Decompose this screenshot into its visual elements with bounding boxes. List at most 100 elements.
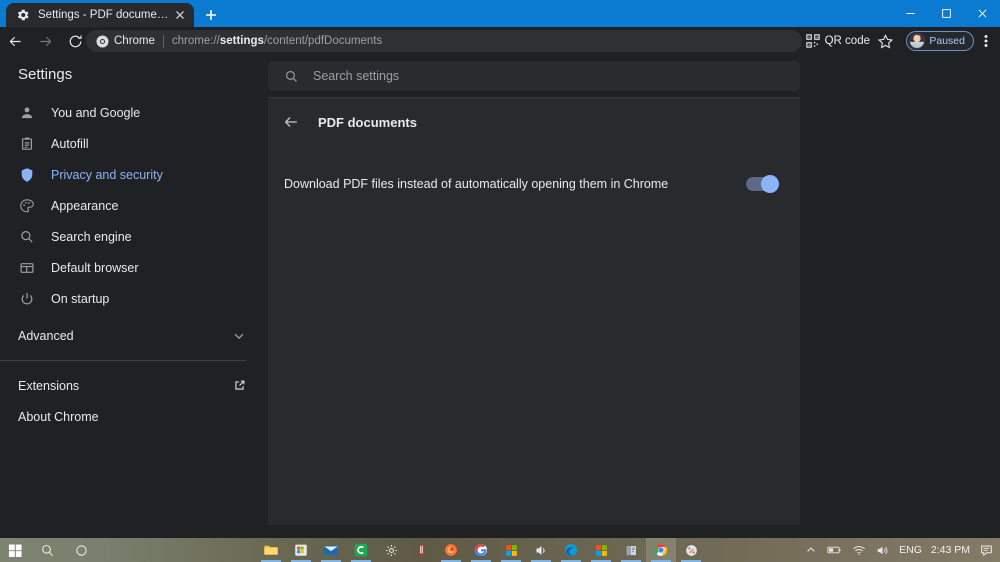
taskbar-app-store-tiles[interactable] <box>586 538 616 562</box>
notification-icon[interactable] <box>979 543 994 558</box>
browser-toolbar: Chrome chrome://settings/content/pdfDocu… <box>0 27 1000 55</box>
search-placeholder: Search settings <box>313 69 400 83</box>
person-icon <box>18 104 35 121</box>
star-icon[interactable] <box>877 33 894 50</box>
taskbar-app-firefox[interactable] <box>436 538 466 562</box>
battery-icon[interactable] <box>827 543 842 558</box>
palette-icon <box>18 197 35 214</box>
settings-header: Settings Search settings <box>0 55 1000 97</box>
page-title: Settings <box>18 66 73 83</box>
toggle-knob <box>761 175 779 193</box>
site-chip-label: Chrome <box>114 35 155 47</box>
gear-icon <box>16 8 30 22</box>
close-button[interactable] <box>964 0 1000 27</box>
search-icon <box>285 70 297 82</box>
chip-divider <box>162 34 164 48</box>
cortana-icon[interactable] <box>64 538 98 562</box>
window-controls <box>892 0 1000 27</box>
windows-start-icon[interactable] <box>0 538 30 562</box>
address-bar[interactable]: Chrome chrome://settings/content/pdfDocu… <box>86 30 802 52</box>
taskbar-app-mail[interactable] <box>316 538 346 562</box>
taskbar-app-microsoft-store[interactable] <box>286 538 316 562</box>
taskbar-clock[interactable]: 2:43 PM <box>931 544 970 556</box>
sidebar-item-on-startup[interactable]: On startup <box>0 283 268 314</box>
magnifier-icon <box>18 228 35 245</box>
system-tray: ENG 2:43 PM <box>803 538 994 562</box>
tab-title: Settings - PDF documents <box>38 9 172 21</box>
maximize-button[interactable] <box>928 0 964 27</box>
url-prefix: chrome:// <box>171 35 220 47</box>
pdf-download-setting-row: Download PDF files instead of automatica… <box>268 160 800 208</box>
pdf-download-label: Download PDF files instead of automatica… <box>284 177 669 191</box>
sidebar-extensions-label: Extensions <box>18 378 80 393</box>
sidebar-item-label: Appearance <box>51 198 119 213</box>
site-chip: Chrome <box>96 34 155 48</box>
sidebar-item-appearance[interactable]: Appearance <box>0 190 268 221</box>
settings-content-card: PDF documents Download PDF files instead… <box>268 97 800 525</box>
new-tab-button[interactable] <box>200 5 222 25</box>
qr-code-label: QR code <box>824 35 870 47</box>
chevron-down-icon <box>232 329 246 343</box>
volume-icon[interactable] <box>875 543 890 558</box>
sidebar-item-label: On startup <box>51 291 110 306</box>
settings-sidebar: You and Google Autofill Privacy and secu… <box>0 97 268 525</box>
taskbar-app-volume[interactable] <box>526 538 556 562</box>
power-icon <box>18 290 35 307</box>
sidebar-item-label: Default browser <box>51 260 139 275</box>
sidebar-item-default-browser[interactable]: Default browser <box>0 252 268 283</box>
sidebar-divider <box>0 360 246 361</box>
search-settings-input[interactable]: Search settings <box>268 61 800 91</box>
taskbar-app-file-explorer[interactable] <box>256 538 286 562</box>
taskbar-app-google[interactable] <box>466 538 496 562</box>
url-text: chrome://settings/content/pdfDocuments <box>172 35 382 47</box>
back-arrow-icon[interactable] <box>282 113 300 131</box>
pdf-download-toggle[interactable] <box>746 175 779 193</box>
sidebar-item-extensions[interactable]: Extensions <box>0 370 268 401</box>
taskbar-search-icon[interactable] <box>30 538 64 562</box>
clipboard-icon <box>18 135 35 152</box>
taskbar-apps <box>256 538 706 562</box>
browser-window-icon <box>18 259 35 276</box>
forward-arrow-icon[interactable] <box>30 27 60 55</box>
profile-status-label: Paused <box>929 35 965 47</box>
shield-icon <box>18 166 35 183</box>
chevron-up-icon[interactable] <box>803 543 818 558</box>
windows-taskbar: ENG 2:43 PM <box>0 538 1000 562</box>
sidebar-about-label: About Chrome <box>18 409 99 424</box>
sidebar-item-advanced[interactable]: Advanced <box>0 320 268 351</box>
minimize-button[interactable] <box>892 0 928 27</box>
language-indicator[interactable]: ENG <box>899 544 922 556</box>
three-dot-menu-icon[interactable] <box>977 31 995 51</box>
taskbar-app-microsoft-office[interactable] <box>496 538 526 562</box>
sidebar-item-search-engine[interactable]: Search engine <box>0 221 268 252</box>
sidebar-item-autofill[interactable]: Autofill <box>0 128 268 159</box>
url-suffix: /content/pdfDocuments <box>263 35 383 47</box>
sidebar-item-you-and-google[interactable]: You and Google <box>0 97 268 128</box>
external-link-icon <box>233 379 246 392</box>
taskbar-app-paint[interactable] <box>676 538 706 562</box>
browser-tab[interactable]: Settings - PDF documents <box>6 3 194 27</box>
content-header: PDF documents <box>268 98 800 146</box>
sidebar-item-label: Privacy and security <box>51 167 163 182</box>
close-icon[interactable] <box>172 7 188 23</box>
url-bold: settings <box>219 35 264 47</box>
sidebar-item-label: Search engine <box>51 229 132 244</box>
sidebar-advanced-label: Advanced <box>18 328 74 343</box>
taskbar-app-google-chrome[interactable] <box>646 538 676 562</box>
back-arrow-icon[interactable] <box>0 27 30 55</box>
sidebar-item-label: You and Google <box>51 105 141 120</box>
taskbar-app-microsoft-edge[interactable] <box>556 538 586 562</box>
sidebar-item-privacy-and-security[interactable]: Privacy and security <box>0 159 268 190</box>
taskbar-app-book[interactable] <box>616 538 646 562</box>
avatar <box>909 33 926 49</box>
settings-page: Settings Search settings You and Google <box>0 55 1000 525</box>
wifi-icon[interactable] <box>851 543 866 558</box>
sidebar-item-about-chrome[interactable]: About Chrome <box>0 401 268 432</box>
chrome-logo-icon <box>96 34 109 48</box>
taskbar-app-red-tool[interactable] <box>406 538 436 562</box>
profile-chip[interactable]: Paused <box>906 31 974 51</box>
taskbar-app-green-c[interactable] <box>346 538 376 562</box>
taskbar-app-settings-gear[interactable] <box>376 538 406 562</box>
content-title: PDF documents <box>318 114 417 130</box>
qr-code-button[interactable]: QR code <box>805 32 870 50</box>
